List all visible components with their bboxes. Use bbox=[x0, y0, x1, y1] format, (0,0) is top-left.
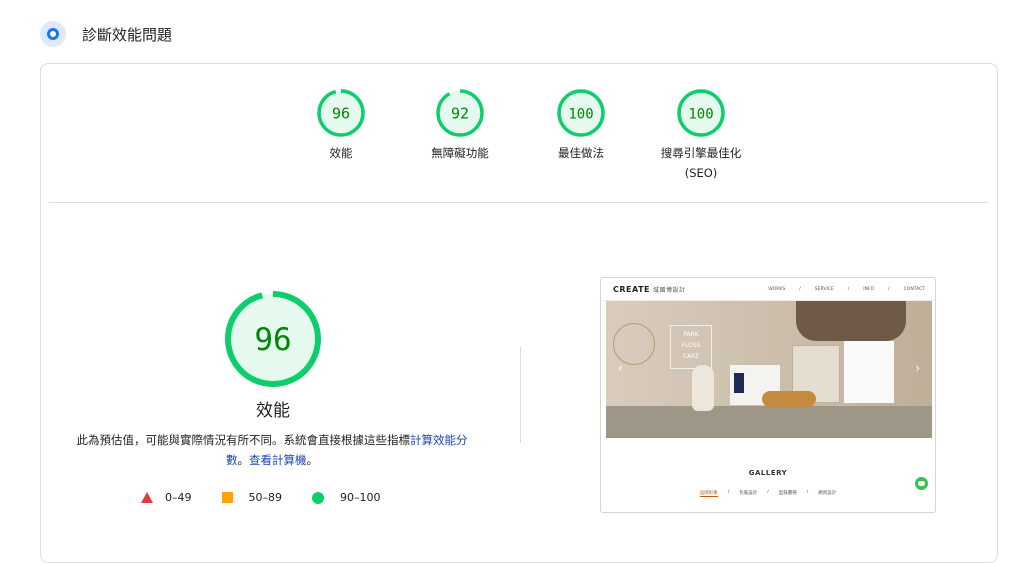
page-screenshot[interactable]: CREATE 域國博設計 WORKS / SERVICE / INFO / CONTACT P… bbox=[600, 277, 936, 513]
screenshot-logo: CREATE 域國博設計 bbox=[613, 285, 686, 294]
circle-icon bbox=[312, 491, 324, 504]
gauge-accessibility[interactable]: 92 無障礙功能 bbox=[390, 89, 530, 163]
hero-person bbox=[796, 301, 906, 341]
section-title: 診斷效能問題 bbox=[82, 25, 173, 44]
gauge-best-practices[interactable]: 100 最佳做法 bbox=[511, 89, 651, 163]
performance-score: 96 bbox=[254, 322, 291, 358]
legend-fail-range: 0–49 bbox=[165, 491, 192, 504]
description-sep: 。 bbox=[237, 453, 250, 467]
gauge-seo-ring: 100 bbox=[677, 89, 725, 137]
gauge-best-practices-ring: 100 bbox=[557, 89, 605, 137]
divider bbox=[49, 202, 989, 203]
gauge-accessibility-ring: 92 bbox=[436, 89, 484, 137]
score-legend: 0–49 50–89 90–100 bbox=[141, 491, 411, 504]
screenshot-nav-links: WORKS / SERVICE / INFO / CONTACT bbox=[768, 287, 925, 292]
hero-brand-label: PARK FLOSS CAKE bbox=[670, 325, 712, 369]
legend-pass-range: 90–100 bbox=[340, 491, 381, 504]
gauge-performance-ring: 96 bbox=[317, 89, 365, 137]
performance-gauge-large: 96 bbox=[223, 289, 323, 393]
gauge-seo-label: 搜尋引擎最佳化 (SEO) bbox=[631, 143, 771, 183]
gauge-best-practices-score: 100 bbox=[568, 107, 593, 123]
hero-vase bbox=[692, 365, 714, 411]
calculator-link[interactable]: 查看計算機 bbox=[249, 453, 307, 467]
gauge-seo[interactable]: 100 搜尋引擎最佳化 (SEO) bbox=[631, 89, 771, 183]
hero-package bbox=[844, 341, 894, 403]
legend-pass: 90–100 bbox=[312, 491, 381, 504]
lighthouse-icon bbox=[40, 21, 66, 47]
gauge-seo-label-line1: 搜尋引擎最佳化 bbox=[660, 146, 742, 160]
decor-circle bbox=[613, 323, 655, 365]
triangle-icon bbox=[141, 492, 153, 503]
legend-average-range: 50–89 bbox=[248, 491, 283, 504]
section-header: 診斷效能問題 bbox=[40, 20, 172, 48]
chevron-right-icon: › bbox=[915, 361, 920, 375]
diagnostics-card: 96 效能 92 無障礙功能 100 最佳做法 100 搜尋引擎最佳化 (SEO… bbox=[40, 63, 998, 563]
performance-description: 此為預估值，可能與實際情況有所不同。系統會直接根據這些指標計算效能分數。查看計算… bbox=[67, 430, 477, 470]
legend-average: 50–89 bbox=[221, 491, 283, 504]
vertical-divider bbox=[520, 347, 521, 443]
screenshot-gallery-tabs: 品牌形象 / 包裝設計 / 型錄畫冊 / 網頁設計 bbox=[699, 490, 837, 497]
gauge-seo-score: 100 bbox=[688, 107, 713, 123]
legend-fail: 0–49 bbox=[141, 491, 192, 504]
gauge-performance-score: 96 bbox=[332, 105, 350, 123]
description-text: 此為預估值，可能與實際情況有所不同。系統會直接根據這些指標 bbox=[76, 433, 411, 447]
gauge-best-practices-label: 最佳做法 bbox=[558, 146, 604, 160]
gauge-accessibility-label: 無障礙功能 bbox=[431, 146, 489, 160]
hero-cakes bbox=[762, 391, 816, 407]
gauge-accessibility-score: 92 bbox=[451, 105, 469, 123]
gauge-seo-label-line2: (SEO) bbox=[684, 166, 718, 180]
description-end: 。 bbox=[306, 453, 319, 467]
performance-label: 效能 bbox=[256, 401, 290, 421]
performance-gauge-ring: 96 bbox=[225, 291, 321, 387]
chevron-left-icon: ‹ bbox=[618, 361, 623, 375]
screenshot-gallery-title: GALLERY bbox=[748, 469, 788, 477]
screenshot-hero-image: PARK FLOSS CAKE ‹ › bbox=[606, 301, 932, 438]
screenshot-nav: CREATE 域國博設計 WORKS / SERVICE / INFO / CONTACT bbox=[601, 278, 935, 301]
square-icon bbox=[221, 492, 233, 503]
line-chat-icon bbox=[915, 477, 928, 490]
